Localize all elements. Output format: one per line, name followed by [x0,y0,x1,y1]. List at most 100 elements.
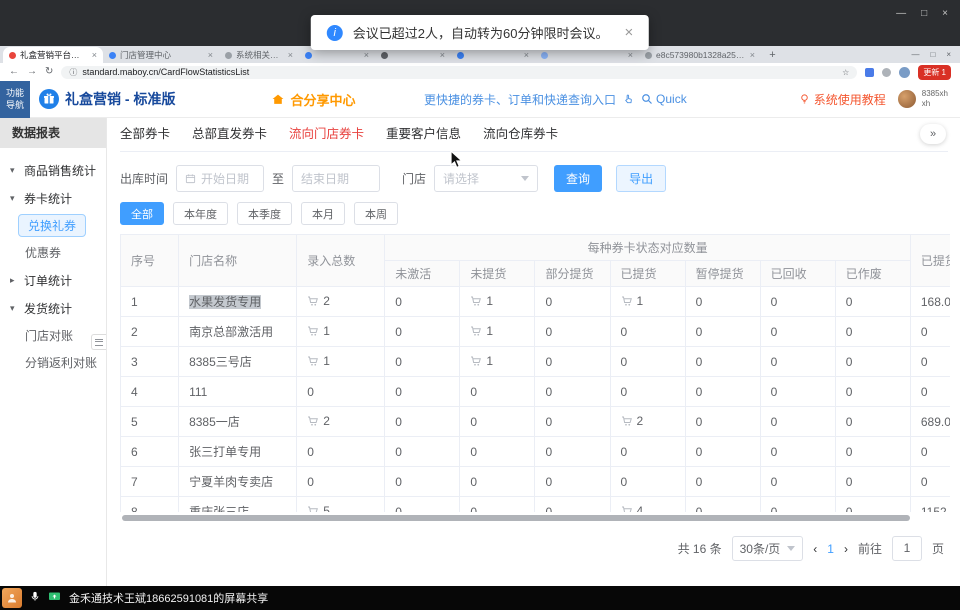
cell-count: 0 [685,437,760,467]
next-page-button[interactable]: › [844,542,848,556]
browser-addressbar: ← → ↻ ⓘ standard.maboy.cn/CardFlowStatis… [0,63,960,81]
content-tab[interactable]: 流向门店券卡 [289,123,364,142]
tab-close-icon[interactable]: × [364,50,369,60]
cell-count: 0 [460,377,535,407]
cart-icon [307,355,319,367]
browser-minimize-icon[interactable]: — [911,50,919,59]
back-icon[interactable]: ← [9,67,19,77]
start-date-input[interactable]: 开始日期 [176,165,264,192]
sidebar-group[interactable]: ▾券卡统计 [0,184,106,212]
quick-filter-chip[interactable]: 本月 [301,202,345,225]
search-button[interactable]: 查询 [554,165,602,192]
tab-close-icon[interactable]: × [92,50,97,60]
content-tab[interactable]: 全部券卡 [120,123,170,142]
cart-count-cell[interactable]: 2 [307,294,330,308]
sidebar-collapse-handle[interactable] [91,334,106,350]
expand-panel-button[interactable]: » [920,124,946,144]
bookmark-star-icon[interactable]: ☆ [842,68,849,77]
content-tab[interactable]: 流向仓库券卡 [483,123,558,142]
tab-title: 门店管理中心 [120,49,204,61]
browser-tab[interactable]: 礼盒营销平台管理中心× [3,47,103,63]
content-tab[interactable]: 总部直发券卡 [192,123,267,142]
quick-filter-chip[interactable]: 本季度 [237,202,292,225]
extension-icon[interactable] [865,68,874,77]
tab-close-icon[interactable]: × [440,50,445,60]
tutorial-link[interactable]: 系统使用教程 [799,91,886,108]
sidebar-item-label: 分销返利对账 [25,354,97,371]
chrome-update-button[interactable]: 更新 1 [918,65,951,80]
cart-count-cell[interactable]: 1 [307,324,330,338]
new-tab-button[interactable]: + [765,47,780,62]
browser-tab[interactable]: 系统相关学习× [219,47,299,63]
cart-count-cell[interactable]: 1 [307,354,330,368]
tab-close-icon[interactable]: × [628,50,633,60]
cart-count-cell[interactable]: 1 [470,354,493,368]
cart-count-cell[interactable]: 4 [621,504,644,513]
search-icon[interactable] [641,93,653,105]
microphone-icon[interactable] [30,590,40,606]
sidebar-item[interactable]: 分销返利对账 [0,349,106,376]
table-row[interactable]: 38385三号店101000000 [121,347,951,377]
site-info-icon[interactable]: ⓘ [69,67,77,78]
close-icon[interactable]: × [942,8,948,19]
browser-tab[interactable]: 门店管理中心 × [103,47,219,63]
table-row[interactable]: 4111000000000 [121,377,951,407]
user-avatar[interactable] [898,90,916,108]
export-button[interactable]: 导出 [616,165,666,192]
tab-close-icon[interactable]: × [288,50,293,60]
cart-count: 1 [486,354,493,368]
quick-filter-chip[interactable]: 全部 [120,202,164,225]
cart-count-cell[interactable]: 2 [621,414,644,428]
cart-count-cell[interactable]: 1 [621,294,644,308]
content-tabbar: 全部券卡 总部直发券卡 流向门店券卡 重要客户信息 流向仓库券卡 [120,118,948,152]
current-page[interactable]: 1 [827,542,834,556]
sidebar-item-label: 优惠券 [25,244,61,261]
cart-count-cell[interactable]: 2 [307,414,330,428]
sidebar-group[interactable]: ▾商品销售统计 [0,156,106,184]
quick-filter-chip[interactable]: 本年度 [173,202,228,225]
toast-close-icon[interactable]: × [624,24,633,41]
cart-count: 5 [323,504,330,513]
page-size-select[interactable]: 30条/页 [732,536,804,561]
forward-icon[interactable]: → [27,67,37,77]
browser-maximize-icon[interactable]: □ [930,50,935,59]
sidebar-item[interactable]: 兑换礼券 [0,212,106,239]
sidebar-item[interactable]: 优惠券 [0,239,106,266]
tab-close-icon[interactable]: × [524,50,529,60]
horizontal-scrollbar[interactable] [120,514,950,522]
url-bar[interactable]: ⓘ standard.maboy.cn/CardFlowStatisticsLi… [61,66,857,79]
browser-tab[interactable]: e8c573980b1328a258fd2a6f× [639,47,761,63]
browser-close-icon[interactable]: × [946,50,951,59]
goto-page-input[interactable]: 1 [892,536,922,561]
table-row[interactable]: 2南京总部激活用101000000 [121,317,951,347]
cell-count: 0 [685,377,760,407]
quick-filter-chip[interactable]: 本周 [354,202,398,225]
table-row[interactable]: 1水果发货专用20101000168.0 [121,287,951,317]
function-nav-block[interactable]: 功能 导航 [0,81,30,118]
scrollbar-thumb[interactable] [122,515,910,521]
tab-close-icon[interactable]: × [208,50,213,60]
cart-count-cell[interactable]: 1 [470,324,493,338]
sidebar-group[interactable]: ▾发货统计 [0,294,106,322]
maximize-icon[interactable]: □ [921,8,927,19]
table-row[interactable]: 6张三打单专用000000000 [121,437,951,467]
cell-count: 0 [760,377,835,407]
screen-share-icon[interactable] [48,591,61,606]
extensions-puzzle-icon[interactable] [882,68,891,77]
quick-link[interactable]: Quick [656,92,687,106]
table-row[interactable]: 7宁夏羊肉专卖店000000000 [121,467,951,497]
prev-page-button[interactable]: ‹ [813,542,817,556]
share-center-link[interactable]: 合分享中心 [271,90,355,109]
sidebar-group[interactable]: ▸订单统计 [0,266,106,294]
content-tab[interactable]: 重要客户信息 [386,123,461,142]
table-row[interactable]: 58385一店20002000689.0 [121,407,951,437]
end-date-input[interactable]: 结束日期 [292,165,380,192]
minimize-icon[interactable]: — [896,8,906,19]
tab-close-icon[interactable]: × [750,50,755,60]
cart-count-cell[interactable]: 5 [307,504,330,513]
browser-profile-avatar[interactable] [899,67,910,78]
reload-icon[interactable]: ↻ [45,67,53,77]
table-row[interactable]: 8重庆张三店500040001152.0 [121,497,951,513]
tab-favicon-icon [225,52,232,59]
cart-count-cell[interactable]: 1 [470,294,493,308]
